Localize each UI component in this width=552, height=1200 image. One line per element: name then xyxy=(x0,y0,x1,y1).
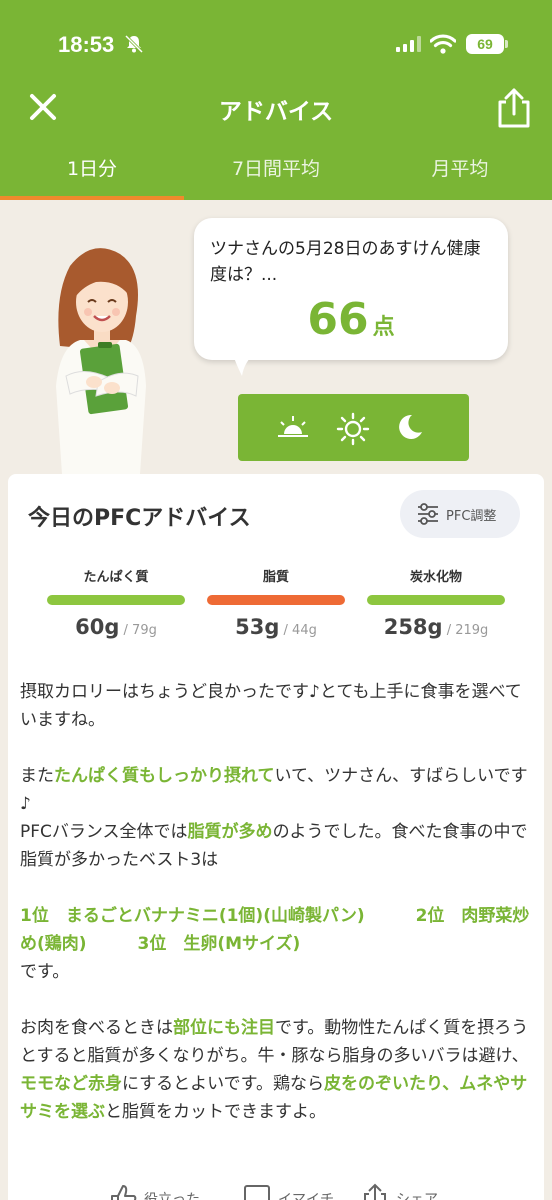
share-advice-button[interactable]: シェア xyxy=(360,1182,438,1200)
share-icon xyxy=(364,1183,386,1200)
sliders-icon xyxy=(418,503,438,525)
nutrient-target: / 79g xyxy=(123,623,157,638)
nutrient-fat: 脂質 53g / 44g xyxy=(206,566,346,639)
page-title: アドバイス xyxy=(218,99,334,125)
advice-paragraph: 1位 まるごとバナナミニ(1個)(山崎製パン) 2位 肉野菜炒め(鶏肉) 3位 … xyxy=(20,902,536,986)
nutrient-value: 258g / 219g xyxy=(366,615,506,639)
advice-paragraph: またたんぱく質もしっかり摂れていて、ツナさん、すばらしいです♪ PFCバランス全体… xyxy=(20,762,536,874)
nutrient-amount: 258g xyxy=(383,615,443,639)
advice-text: 摂取カロリーはちょうど良かったです♪とても上手に食事を選べていますね。 またたん… xyxy=(20,678,536,1154)
nutrient-name: 脂質 xyxy=(262,570,289,585)
nutrient-bar xyxy=(367,595,505,605)
share-icon[interactable] xyxy=(496,86,532,130)
not-helpful-label: イマイチ xyxy=(278,1192,334,1200)
nutrient-target: / 44g xyxy=(283,623,317,638)
status-bar: 18:53 69 xyxy=(0,0,552,88)
nutrient-value: 53g / 44g xyxy=(206,615,346,639)
advice-highlight: 脂質が多め xyxy=(187,822,273,842)
sun-icon[interactable] xyxy=(336,412,370,446)
message-icon xyxy=(244,1185,270,1200)
nutrient-amount: 53g xyxy=(235,615,280,639)
pfc-adjust-button[interactable]: PFC調整 xyxy=(400,490,520,538)
nutrient-target: / 219g xyxy=(446,623,489,638)
nutrient-bar xyxy=(47,595,185,605)
share-label: シェア xyxy=(396,1192,438,1200)
advice-paragraph: 摂取カロリーはちょうど良かったです♪とても上手に食事を選べていますね。 xyxy=(20,678,536,734)
nutrient-bar xyxy=(207,595,345,605)
signal-icon xyxy=(396,36,421,52)
card-title: 今日のPFCアドバイス xyxy=(28,506,251,531)
nutrient-name: たんぱく質 xyxy=(83,570,149,585)
meal-time-panel xyxy=(238,394,469,461)
advice-sentence: と脂質をカットできますよ。 xyxy=(105,1102,326,1122)
advice-ranking: 1位 まるごとバナナミニ(1個)(山崎製パン) 2位 肉野菜炒め(鶏肉) 3位 … xyxy=(20,906,530,954)
advice-sentence: にするとよいです。鶏なら xyxy=(122,1074,324,1094)
advice-highlight: モモなど赤身 xyxy=(20,1074,122,1094)
advice-sentence: PFCバランス全体では xyxy=(20,822,188,842)
active-tab-indicator xyxy=(0,196,184,200)
score-value: 66 xyxy=(307,294,369,345)
advice-sentence: 摂取カロリーはちょうど良かったです♪とても上手に食事を選べていますね。 xyxy=(20,682,522,730)
advice-sentence: です。 xyxy=(20,962,70,982)
advice-highlight: たんぱく質もしっかり摂れて xyxy=(54,766,275,786)
advice-highlight: 部位にも注目 xyxy=(173,1018,275,1038)
bubble-message: ツナさんの5月28日のあすけん健康度は？... xyxy=(210,239,481,285)
score-bubble: ツナさんの5月28日のあすけん健康度は？... 66 点 xyxy=(194,218,508,360)
thumbs-up-icon xyxy=(111,1185,137,1200)
battery-indicator: 69 xyxy=(466,34,504,54)
nutrient-carbohydrate: 炭水化物 258g / 219g xyxy=(366,566,506,639)
tab-weekly-average[interactable]: 7日間平均 xyxy=(184,140,368,200)
pfc-advice-card: 今日のPFCアドバイス PFC調整 たんぱく質 60g / 79g 脂質 53g… xyxy=(8,474,544,1200)
tab-monthly-average[interactable]: 月平均 xyxy=(368,140,552,200)
not-helpful-button[interactable]: イマイチ xyxy=(242,1182,334,1200)
wifi-icon xyxy=(430,34,456,54)
sunrise-icon[interactable] xyxy=(276,412,310,442)
moon-icon[interactable] xyxy=(396,412,424,442)
advice-sentence: また xyxy=(20,766,54,786)
nutrient-name: 炭水化物 xyxy=(409,570,462,585)
nutrient-value: 60g / 79g xyxy=(46,615,186,639)
score-unit: 点 xyxy=(372,315,395,340)
bell-muted-icon xyxy=(124,34,144,54)
pfc-adjust-label: PFC調整 xyxy=(446,509,497,524)
period-tabs: 1日分 7日間平均 月平均 xyxy=(0,140,552,200)
bubble-tail xyxy=(232,352,256,376)
helpful-button[interactable]: 役立った xyxy=(108,1182,200,1200)
nutrient-protein: たんぱく質 60g / 79g xyxy=(46,566,186,639)
advice-sentence: お肉を食べるときは xyxy=(20,1018,173,1038)
helpful-label: 役立った xyxy=(144,1192,200,1200)
battery-tip xyxy=(505,40,508,48)
nutrient-amount: 60g xyxy=(75,615,120,639)
advice-paragraph: お肉を食べるときは部位にも注目です。動物性たんぱく質を摂ろうとすると脂質が多くな… xyxy=(20,1014,536,1126)
clock: 18:53 xyxy=(58,32,115,57)
health-score: 66 点 xyxy=(194,294,508,345)
advisor-avatar xyxy=(56,248,146,474)
tab-daily[interactable]: 1日分 xyxy=(0,140,184,200)
